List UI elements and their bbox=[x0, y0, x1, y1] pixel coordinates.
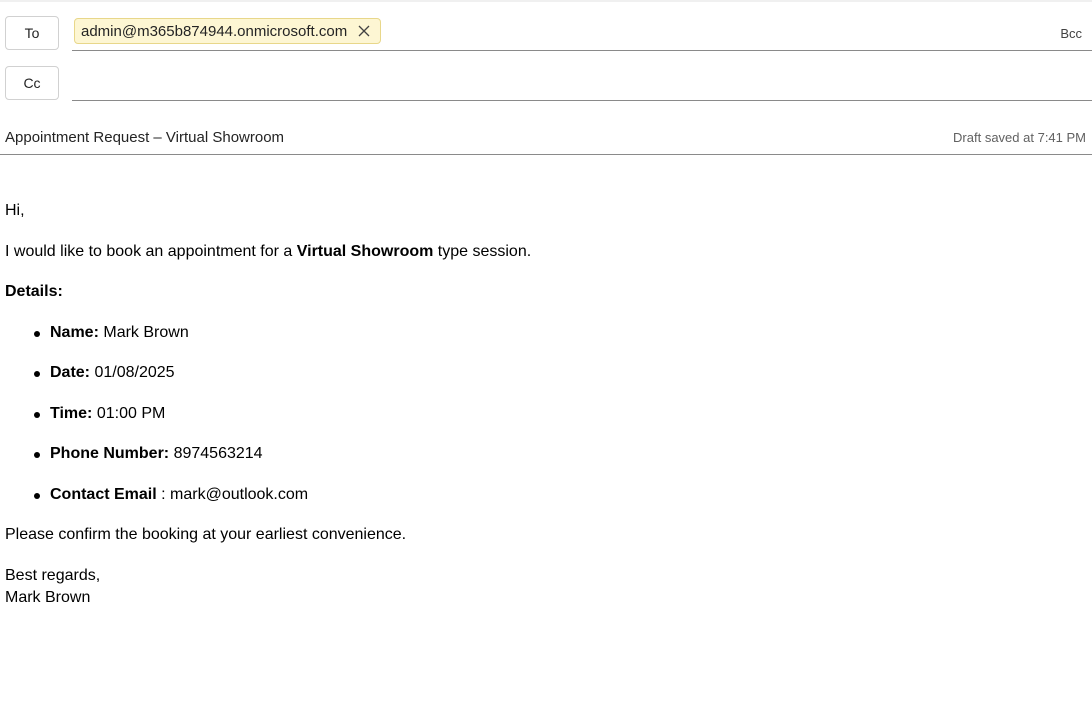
greeting-text: Hi, bbox=[5, 202, 25, 219]
to-field[interactable]: admin@m365b874944.onmicrosoft.com Bcc bbox=[72, 15, 1092, 51]
to-button[interactable]: To bbox=[5, 16, 59, 50]
detail-label: Phone Number: bbox=[50, 445, 170, 462]
detail-value: 01:00 PM bbox=[96, 405, 166, 422]
cc-field[interactable] bbox=[72, 65, 1092, 101]
closing-text: Best regards, bbox=[5, 567, 101, 584]
detail-value: Mark Brown bbox=[103, 324, 189, 341]
list-item: Time: 01:00 PM bbox=[33, 403, 166, 425]
detail-label: Date: bbox=[50, 364, 91, 381]
detail-value: mark@outlook.com bbox=[170, 486, 309, 503]
intro-bold: Virtual Showroom bbox=[296, 243, 434, 260]
intro-before: I would like to book an appointment for … bbox=[5, 243, 297, 260]
cc-row: Cc bbox=[0, 65, 1092, 105]
recipient-chip-label: admin@m365b874944.onmicrosoft.com bbox=[81, 22, 348, 40]
recipient-chip[interactable]: admin@m365b874944.onmicrosoft.com bbox=[74, 18, 382, 44]
close-icon[interactable] bbox=[358, 25, 370, 37]
detail-label: Contact Email bbox=[50, 486, 157, 503]
details-heading: Details: bbox=[5, 283, 63, 300]
subject-row[interactable]: Appointment Request – Virtual Showroom D… bbox=[0, 120, 1092, 155]
detail-value: 01/08/2025 bbox=[94, 364, 175, 381]
signature-text: Mark Brown bbox=[5, 589, 91, 606]
list-item: Phone Number: 8974563214 bbox=[34, 443, 263, 465]
top-divider bbox=[0, 0, 1092, 2]
cc-button[interactable]: Cc bbox=[5, 66, 59, 100]
detail-label: Name: bbox=[50, 324, 99, 341]
intro-text: I would like to book an appointment for … bbox=[5, 241, 531, 263]
subject-input[interactable]: Appointment Request – Virtual Showroom bbox=[5, 129, 284, 146]
confirm-text: Please confirm the booking at your earli… bbox=[5, 526, 407, 543]
draft-status: Draft saved at 7:41 PM bbox=[953, 130, 1086, 145]
to-row: To admin@m365b874944.onmicrosoft.com Bcc bbox=[0, 15, 1092, 55]
bcc-button[interactable]: Bcc bbox=[1060, 26, 1082, 41]
list-item: Contact Email : mark@outlook.com bbox=[33, 484, 309, 506]
detail-value: 8974563214 bbox=[173, 445, 263, 462]
intro-after: type session. bbox=[433, 243, 532, 260]
list-item: Name: Mark Brown bbox=[34, 322, 189, 344]
detail-sep: : bbox=[156, 486, 171, 503]
list-item: Date: 01/08/2025 bbox=[34, 362, 175, 384]
detail-label: Time: bbox=[50, 405, 93, 422]
